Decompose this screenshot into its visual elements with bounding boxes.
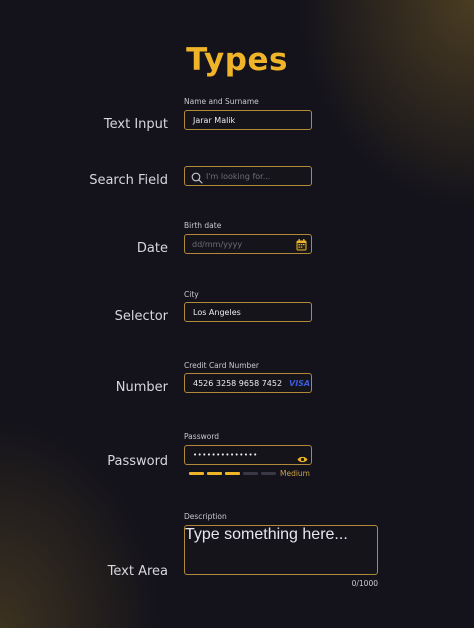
date-row-label: Date [136, 241, 168, 256]
city-caption: City [184, 290, 199, 299]
character-counter: 0/1000 [351, 579, 378, 588]
strength-segment [225, 472, 240, 475]
date-placeholder: dd/mm/yyyy [192, 240, 243, 249]
calendar-icon[interactable] [296, 238, 307, 256]
visa-logo-icon: VISA [289, 379, 311, 388]
birth-date-field[interactable]: dd/mm/yyyy [184, 234, 312, 254]
eye-icon[interactable] [297, 451, 308, 469]
strength-segment [261, 472, 276, 475]
name-field[interactable]: Jarar Malik [184, 110, 312, 130]
page-title: Types [186, 42, 288, 78]
password-field[interactable]: •••••••••••••• [184, 445, 312, 465]
description-textarea[interactable]: Type something here... [184, 525, 378, 575]
selector-row-label: Selector [114, 309, 168, 324]
search-icon [191, 171, 203, 189]
search-placeholder: I'm looking for... [206, 172, 271, 181]
password-value: •••••••••••••• [193, 451, 258, 459]
card-number-field[interactable]: 4526 3258 9658 7452 VISA [184, 373, 312, 393]
name-field-value: Jarar Malik [193, 116, 236, 125]
password-row-label: Password [107, 454, 168, 469]
strength-segment [207, 472, 222, 475]
search-row-label: Search Field [89, 173, 168, 188]
number-row-label: Number [115, 380, 168, 395]
birth-date-caption: Birth date [184, 221, 222, 230]
card-number-caption: Credit Card Number [184, 361, 259, 370]
search-input[interactable]: I'm looking for... [184, 166, 312, 186]
textarea-row-label: Text Area [107, 564, 168, 579]
name-field-caption: Name and Surname [184, 97, 259, 106]
password-caption: Password [184, 432, 220, 441]
strength-segment [189, 472, 204, 475]
city-select-value: Los Angeles [193, 308, 241, 317]
text-input-row-label: Text Input [103, 117, 168, 132]
description-placeholder: Type something here... [185, 526, 348, 543]
strength-label: Medium [280, 469, 310, 478]
city-select[interactable]: Los Angeles [184, 302, 312, 322]
card-number-value: 4526 3258 9658 7452 [193, 379, 283, 388]
description-caption: Description [184, 512, 227, 521]
strength-segment [243, 472, 258, 475]
